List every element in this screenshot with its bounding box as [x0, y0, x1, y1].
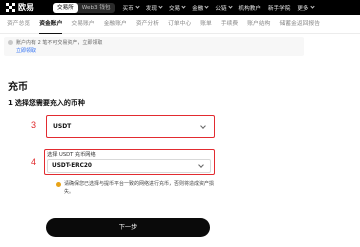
page-title: 充币 [8, 82, 28, 93]
okx-logo-icon [6, 3, 15, 12]
claim-now-link[interactable]: 立即领取 [16, 47, 36, 54]
chevron-down-icon [200, 123, 206, 129]
tab-account-structure[interactable]: 账户结构 [247, 15, 270, 34]
nav-item-label: 公链 [215, 5, 227, 12]
nav-item-label: 更多 [297, 5, 309, 12]
nav-item-learn[interactable]: 新手学院 [268, 4, 290, 12]
brand-logo[interactable]: 欧易 [6, 2, 44, 13]
selected-network: USDT-ERC20 [52, 163, 92, 169]
nav-item-label: 买币 [122, 5, 134, 12]
assets-sub-navigation: 资产总览 资金账户 交易账户 金融账户 资产分析 订单中心 账单 手续费 账户结… [0, 15, 360, 34]
nav-item-label: 新手学院 [267, 5, 291, 12]
nav-item-institutional[interactable]: 机构教户 [239, 4, 261, 12]
tab-reserve-report[interactable]: 储蓄金返回报告 [279, 15, 320, 34]
nav-item-discover[interactable]: 发现 [145, 4, 163, 12]
brand-name: 欧易 [18, 3, 34, 12]
nav-item-trade[interactable]: 交易 [168, 4, 186, 12]
chevron-down-icon [309, 4, 315, 9]
nav-item-finance[interactable]: 金融 [192, 4, 209, 12]
mode-switch: 交易所 Web3 钱包 [53, 2, 115, 13]
network-select-dropdown[interactable]: USDT-ERC20 [47, 159, 211, 173]
chevron-down-icon [198, 162, 204, 168]
top-navigation-bar: 欧易 交易所 Web3 钱包 买币 发现 交易 金融 公链 机构教户 新手学院 … [0, 0, 360, 15]
network-warning-text: 请确保您已选择与提币平台一致的网络进行充币，否则将造成资产损失。 [64, 181, 215, 195]
step-index: 1 [8, 99, 13, 107]
tab-funding-account[interactable]: 资金账户 [39, 15, 63, 34]
notice-banner: 账户内有 2 笔不可交易资产，立即领取 立即领取 [4, 37, 304, 56]
selected-coin: USDT [53, 123, 72, 130]
chevron-down-icon [181, 4, 186, 9]
chevron-down-icon [158, 4, 163, 9]
mode-exchange-tab[interactable]: 交易所 [53, 2, 78, 13]
chevron-down-icon [227, 4, 233, 9]
tab-trading-account[interactable]: 交易账户 [71, 15, 94, 34]
annotation-marker-4: 4 [31, 157, 37, 167]
tab-asset-overview[interactable]: 资产总览 [7, 15, 30, 34]
nav-item-public-chain[interactable]: 公链 [215, 4, 233, 12]
notice-text: 账户内有 2 笔不可交易资产，立即领取 [16, 40, 103, 46]
tab-asset-analysis[interactable]: 资产分析 [136, 15, 159, 34]
network-label: 选择 USDT 充币网络 [47, 152, 96, 158]
nav-item-label: 机构教户 [238, 5, 261, 12]
tab-fees[interactable]: 手续费 [221, 15, 238, 34]
nav-item-buy-crypto[interactable]: 买币 [122, 4, 140, 12]
nav-item-label: 金融 [192, 5, 204, 12]
nav-item-label: 发现 [145, 5, 157, 12]
tab-bills[interactable]: 账单 [200, 15, 212, 34]
nav-item-more[interactable]: 更多 [297, 4, 315, 12]
info-icon [8, 40, 13, 45]
tab-finance-account[interactable]: 金融账户 [104, 15, 127, 34]
coin-select-dropdown[interactable]: USDT [46, 115, 215, 138]
tab-order-center[interactable]: 订单中心 [168, 15, 191, 34]
chevron-down-icon [204, 4, 209, 9]
network-section: 选择 USDT 充币网络 USDT-ERC20 [44, 149, 215, 175]
warning-icon [56, 182, 61, 187]
step-title: 1 选择您需要充入的币种 [8, 98, 85, 108]
annotation-marker-3: 3 [31, 120, 37, 130]
mode-web3-wallet-tab[interactable]: Web3 钱包 [78, 3, 115, 13]
nav-item-label: 交易 [168, 5, 181, 12]
next-step-button[interactable]: 下一步 [46, 218, 210, 237]
chevron-down-icon [135, 4, 140, 9]
step-title-text: 选择您需要充入的币种 [14, 99, 85, 107]
top-nav-menu: 买币 发现 交易 金融 公链 机构教户 新手学院 更多 [123, 4, 321, 12]
